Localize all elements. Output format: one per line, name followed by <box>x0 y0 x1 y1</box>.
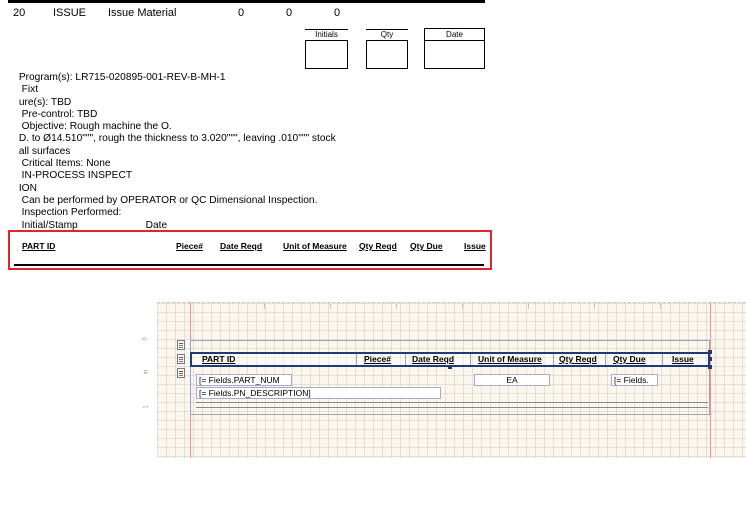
operation-value-1: 0 <box>238 7 245 19</box>
ruler-tick <box>462 304 463 309</box>
note-line: Objective: Rough machine the O. <box>16 121 172 133</box>
note-line: Inspection Performed: <box>16 207 122 219</box>
note-line: Critical Items: None <box>16 158 111 170</box>
qty-top-line <box>366 29 408 30</box>
operation-number: 20 <box>13 7 26 19</box>
note-line: IN-PROCESS INSPECT <box>16 170 133 182</box>
ruler-tick <box>660 304 661 309</box>
field-uom[interactable]: EA <box>474 374 550 386</box>
resize-handle[interactable] <box>448 365 452 369</box>
column-divider <box>470 354 471 365</box>
designer-header-piece[interactable]: Piece# <box>364 354 391 364</box>
header-unit-of-measure: Unit of Measure <box>283 241 347 251</box>
initials-label: Initials <box>315 30 338 39</box>
operation-value-3: 0 <box>334 7 341 19</box>
top-border-rule <box>8 0 485 3</box>
header-date-reqd: Date Reqd <box>220 241 263 251</box>
note-line: D. to Ø14.510""", rough the thickness to… <box>16 133 336 145</box>
note-line: all surfaces <box>16 145 71 157</box>
section-detail-icon[interactable] <box>177 354 185 364</box>
initials-box[interactable] <box>305 40 348 69</box>
column-divider <box>356 354 357 365</box>
section-header-icon[interactable] <box>177 340 185 350</box>
note-line: ure(s): TBD <box>16 96 72 108</box>
field-pn-description[interactable]: [= Fields.PN_DESCRIPTION] <box>196 387 441 399</box>
ruler-tick <box>594 304 595 309</box>
operation-description: Issue Material <box>108 7 177 19</box>
field-qty-due[interactable]: [= Fields. <box>611 374 658 386</box>
detail-double-rule[interactable] <box>196 402 708 408</box>
designer-header-qty-reqd[interactable]: Qty Reqd <box>559 354 597 364</box>
header-bottom-rule <box>14 264 484 266</box>
operation-notes: Program(s): LR715-020895-001-REV-B-MH-1 … <box>16 72 456 232</box>
operation-code: ISSUE <box>53 7 87 19</box>
date-label: Date <box>446 30 463 39</box>
ruler-label: in <box>143 369 150 375</box>
header-qty-due: Qty Due <box>410 241 443 251</box>
operation-value-2: 0 <box>286 7 293 19</box>
ruler-tick <box>264 304 265 309</box>
note-line: Pre-control: TBD <box>16 108 98 120</box>
note-line: Fixt <box>16 84 39 96</box>
column-divider <box>662 354 663 365</box>
ruler-label: 0 <box>142 337 149 341</box>
designer-header-date-reqd[interactable]: Date Reqd <box>412 354 454 364</box>
note-line: Program(s): LR715-020895-001-REV-B-MH-1 <box>16 72 226 83</box>
ruler-tick <box>528 304 529 309</box>
date-box[interactable] <box>424 40 485 69</box>
column-divider <box>605 354 606 365</box>
resize-handle[interactable] <box>708 365 712 369</box>
initials-top-line <box>305 29 348 30</box>
designer-header-unit-of-measure[interactable]: Unit of Measure <box>478 354 542 364</box>
ruler-tick <box>396 304 397 309</box>
qty-label: Qty <box>380 30 394 39</box>
resize-handle[interactable] <box>708 350 712 354</box>
section-footer-icon[interactable] <box>177 368 185 378</box>
designer-header-part-id[interactable]: PART ID <box>202 354 235 364</box>
ruler-tick <box>330 304 331 309</box>
note-line: Can be performed by OPERATOR or QC Dimen… <box>16 194 318 206</box>
designer-header-issue[interactable]: Issue <box>672 354 694 364</box>
column-divider <box>405 354 406 365</box>
header-part-id: PART ID <box>22 241 56 251</box>
header-issue: Issue <box>464 241 486 251</box>
field-part-num[interactable]: [= Fields.PART_NUM <box>196 374 292 386</box>
note-line: ION <box>16 182 37 194</box>
ruler-label: 1 <box>143 405 150 409</box>
header-qty-reqd: Qty Reqd <box>359 241 397 251</box>
right-margin-line <box>710 302 711 458</box>
designer-header-qty-due[interactable]: Qty Due <box>613 354 646 364</box>
header-piece: Piece# <box>176 241 203 251</box>
qty-box[interactable] <box>366 40 408 69</box>
resize-handle[interactable] <box>708 357 712 361</box>
column-divider <box>553 354 554 365</box>
